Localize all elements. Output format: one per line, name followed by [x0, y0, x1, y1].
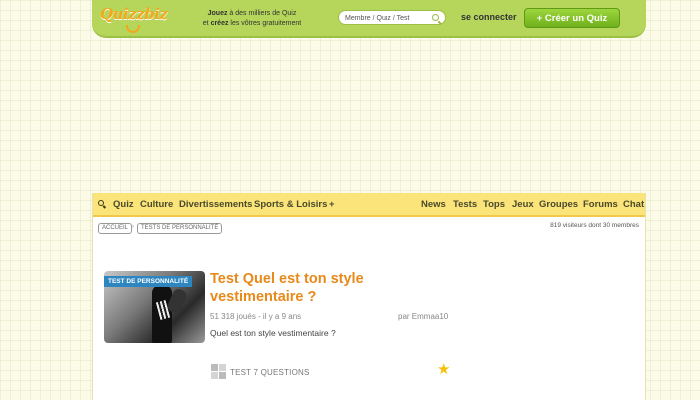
tagline-bold-2: créez — [210, 20, 229, 27]
nav-item-news[interactable]: News — [421, 199, 446, 210]
tagline-text-3: les vôtres gratuitement — [228, 20, 302, 27]
breadcrumb-separator: › — [132, 224, 134, 230]
tagline-bold-1: Jouez — [207, 10, 228, 17]
quiz-thumbnail[interactable]: TEST DE PERSONNALITÉ — [104, 271, 205, 343]
nav-item-forums[interactable]: Forums — [583, 199, 618, 210]
header-search — [338, 10, 446, 25]
tagline-text-1: à des milliers de Quiz — [227, 10, 297, 17]
nav-item-sports-loisirs[interactable]: Sports & Loisirs — [254, 199, 327, 210]
category-badge: TEST DE PERSONNALITÉ — [104, 276, 193, 287]
nav-item-culture[interactable]: Culture — [140, 199, 173, 210]
nav-item-tops[interactable]: Tops — [483, 199, 505, 210]
nav-item-groupes[interactable]: Groupes — [539, 199, 578, 210]
nav-item-more[interactable]: + — [329, 199, 335, 210]
header-tagline: Jouez à des milliers de Quiz et créez le… — [196, 9, 308, 29]
visitor-count: 819 visiteurs dont 30 membres — [550, 222, 639, 229]
nav-search-icon[interactable] — [98, 200, 107, 209]
quiz-title[interactable]: Test Quel est ton style vestimentaire ? — [210, 270, 410, 306]
category-navbar: Quiz Culture Divertissements Sports & Lo… — [93, 193, 645, 217]
quiz-meta: 51 318 joués - il y a 9 ans — [210, 312, 302, 321]
site-header: Quizzbiz Jouez à des milliers de Quiz et… — [92, 0, 646, 38]
nav-item-tests[interactable]: Tests — [453, 199, 477, 210]
main-content: Quiz Culture Divertissements Sports & Lo… — [92, 193, 646, 400]
nav-item-quiz[interactable]: Quiz — [113, 199, 134, 210]
login-link[interactable]: se connecter — [461, 12, 517, 22]
nav-item-divertissements[interactable]: Divertissements — [179, 199, 252, 210]
tagline-text-2: et — [202, 20, 211, 27]
quiz-author[interactable]: par Emmaa10 — [398, 312, 448, 321]
logo-swirl-icon — [126, 25, 140, 33]
search-icon[interactable] — [432, 14, 439, 21]
quiz-description: Quel est ton style vestimentaire ? — [210, 328, 336, 338]
site-logo[interactable]: Quizzbiz — [100, 5, 168, 35]
star-icon[interactable]: ★ — [437, 362, 450, 377]
breadcrumb-home[interactable]: ACCUEIL — [98, 223, 133, 234]
search-input[interactable] — [345, 13, 429, 23]
breadcrumb-category[interactable]: TESTS DE PERSONNALITÉ — [137, 223, 223, 234]
create-quiz-button[interactable]: + Créer un Quiz — [524, 8, 620, 28]
logo-text: Quizzbiz — [100, 5, 168, 23]
nav-item-chat[interactable]: Chat — [623, 199, 644, 210]
grid-icon — [211, 364, 226, 379]
quiz-type-label: TEST 7 QUESTIONS — [230, 368, 310, 377]
nav-item-jeux[interactable]: Jeux — [512, 199, 534, 210]
